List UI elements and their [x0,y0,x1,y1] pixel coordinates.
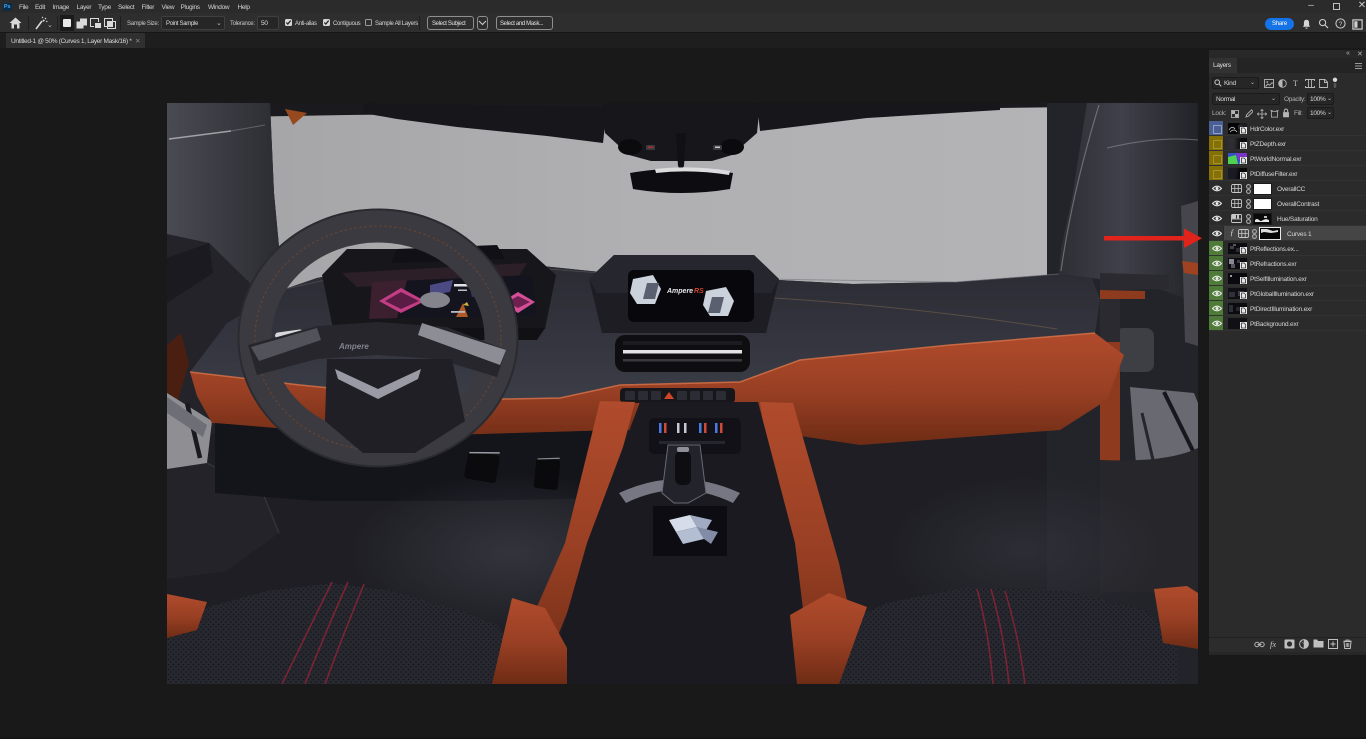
svg-text:?: ? [1339,21,1343,28]
svg-text:RS: RS [694,288,704,295]
svg-text:Ampere: Ampere [338,342,369,351]
svg-text:Ampere: Ampere [666,288,693,295]
